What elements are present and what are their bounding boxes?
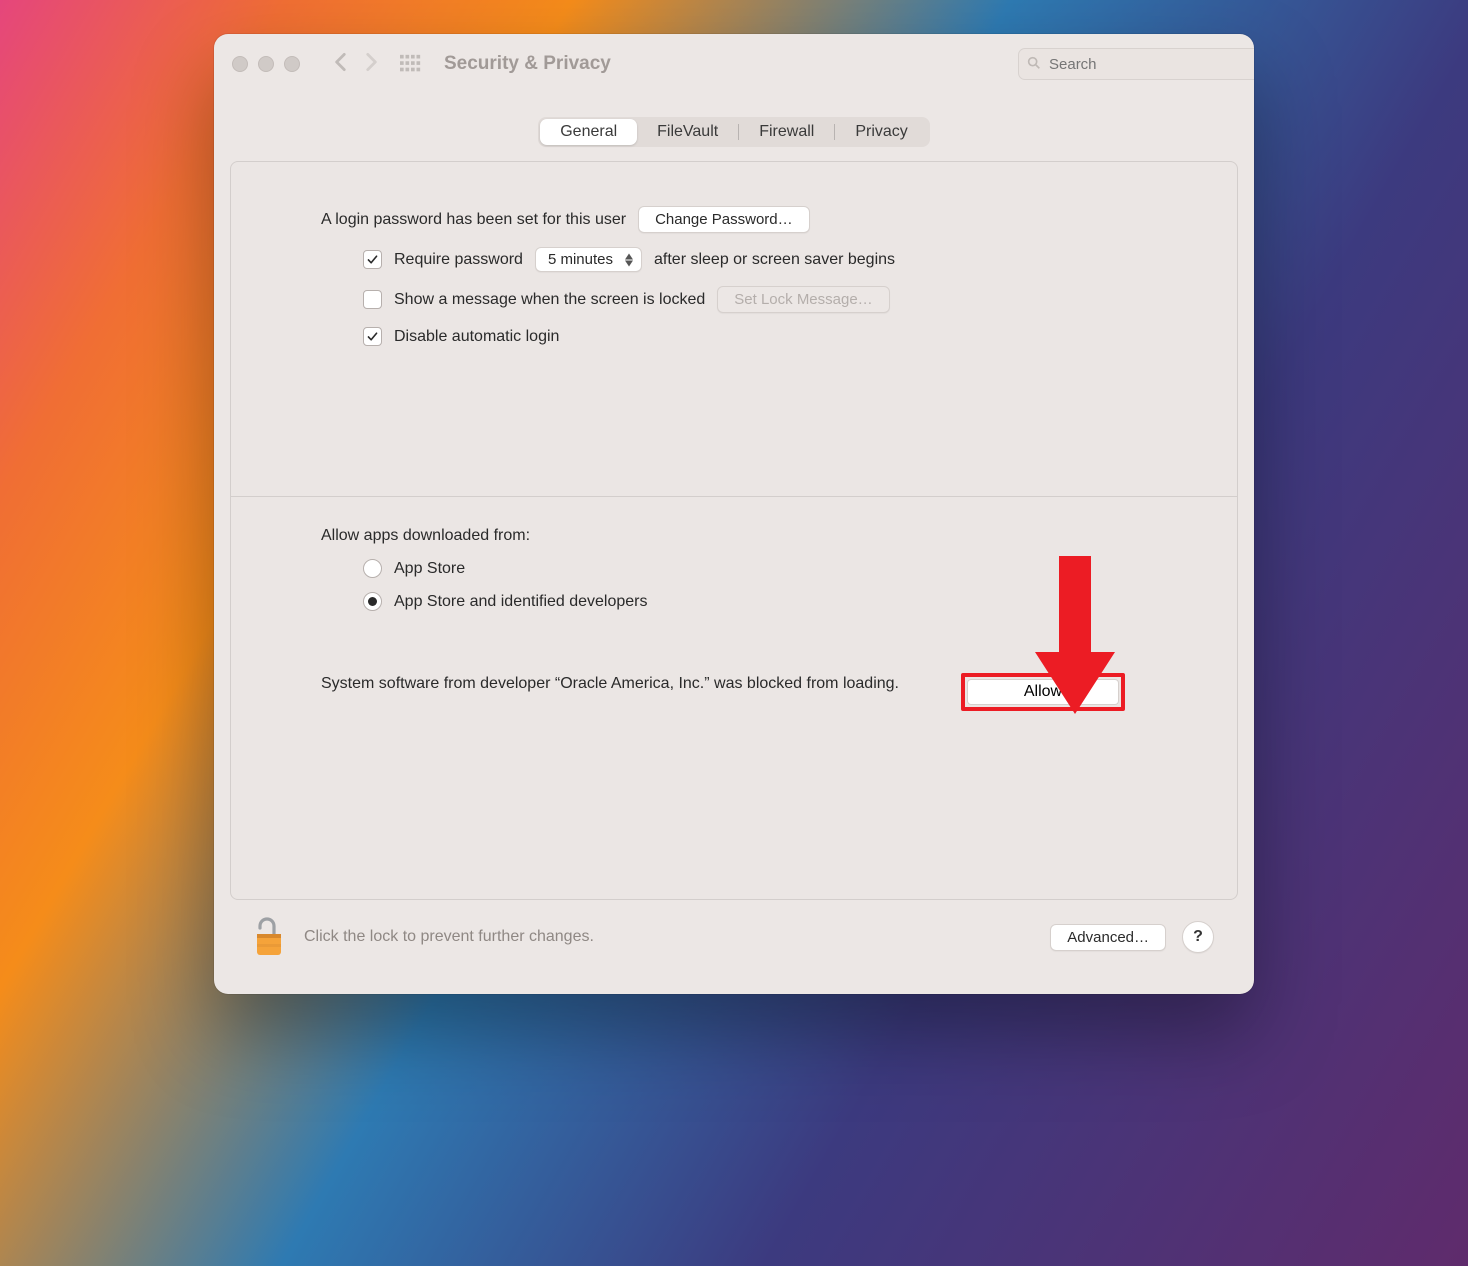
allow-apps-option-identified-label: App Store and identified developers: [394, 593, 648, 611]
tab-firewall[interactable]: Firewall: [739, 119, 834, 145]
tab-label: Privacy: [855, 123, 907, 141]
require-password-delay-select[interactable]: 5 minutes: [535, 247, 642, 272]
lock-hint-text: Click the lock to prevent further change…: [304, 928, 594, 946]
require-password-label: Require password: [394, 251, 523, 269]
lock-icon[interactable]: [254, 916, 288, 958]
window-title: Security & Privacy: [444, 53, 611, 75]
preferences-window: Security & Privacy General FileVault Fir…: [214, 34, 1254, 994]
general-panel: A login password has been set for this u…: [230, 161, 1238, 900]
help-button[interactable]: ?: [1182, 921, 1214, 953]
set-lock-message-button: Set Lock Message…: [717, 286, 889, 313]
back-button[interactable]: [328, 49, 354, 80]
zoom-window-button[interactable]: [284, 56, 300, 72]
require-password-checkbox[interactable]: [363, 250, 382, 269]
tab-general[interactable]: General: [540, 119, 637, 145]
allow-apps-option-appstore-label: App Store: [394, 560, 465, 578]
show-lock-message-checkbox[interactable]: [363, 290, 382, 309]
require-password-suffix: after sleep or screen saver begins: [654, 251, 895, 269]
search-icon: [1026, 55, 1042, 71]
disable-auto-login-checkbox[interactable]: [363, 327, 382, 346]
desktop-background: Security & Privacy General FileVault Fir…: [0, 0, 1468, 1266]
tab-filevault[interactable]: FileVault: [637, 119, 738, 145]
show-all-prefs-button[interactable]: [400, 54, 422, 74]
allow-apps-heading: Allow apps downloaded from:: [321, 527, 530, 545]
close-window-button[interactable]: [232, 56, 248, 72]
tab-label: Firewall: [759, 123, 814, 141]
tab-label: FileVault: [657, 123, 718, 141]
tab-label: General: [560, 123, 617, 141]
change-password-button[interactable]: Change Password…: [638, 206, 810, 233]
tab-privacy[interactable]: Privacy: [835, 119, 927, 145]
window-toolbar: Security & Privacy: [214, 34, 1254, 95]
allow-apps-radio-identified[interactable]: [363, 592, 382, 611]
forward-button[interactable]: [358, 49, 384, 80]
advanced-button[interactable]: Advanced…: [1050, 924, 1166, 951]
disable-auto-login-label: Disable automatic login: [394, 328, 559, 346]
search-field-container: [1018, 48, 1236, 80]
search-input[interactable]: [1018, 48, 1254, 80]
require-password-delay-value: 5 minutes: [548, 251, 613, 268]
checkmark-icon: [366, 253, 379, 266]
window-footer: Click the lock to prevent further change…: [230, 900, 1238, 974]
stepper-arrows-icon: [625, 253, 633, 266]
blocked-software-message: System software from developer “Oracle A…: [321, 673, 941, 695]
minimize-window-button[interactable]: [258, 56, 274, 72]
annotation-arrow-icon: [1035, 556, 1115, 714]
tab-bar: General FileVault Firewall Privacy: [538, 117, 930, 147]
traffic-lights: [232, 56, 300, 72]
show-lock-message-label: Show a message when the screen is locked: [394, 291, 705, 309]
section-divider: [231, 496, 1237, 497]
allow-apps-radio-appstore[interactable]: [363, 559, 382, 578]
login-password-status-text: A login password has been set for this u…: [321, 211, 626, 229]
checkmark-icon: [366, 330, 379, 343]
window-content: General FileVault Firewall Privacy A log…: [214, 95, 1254, 994]
